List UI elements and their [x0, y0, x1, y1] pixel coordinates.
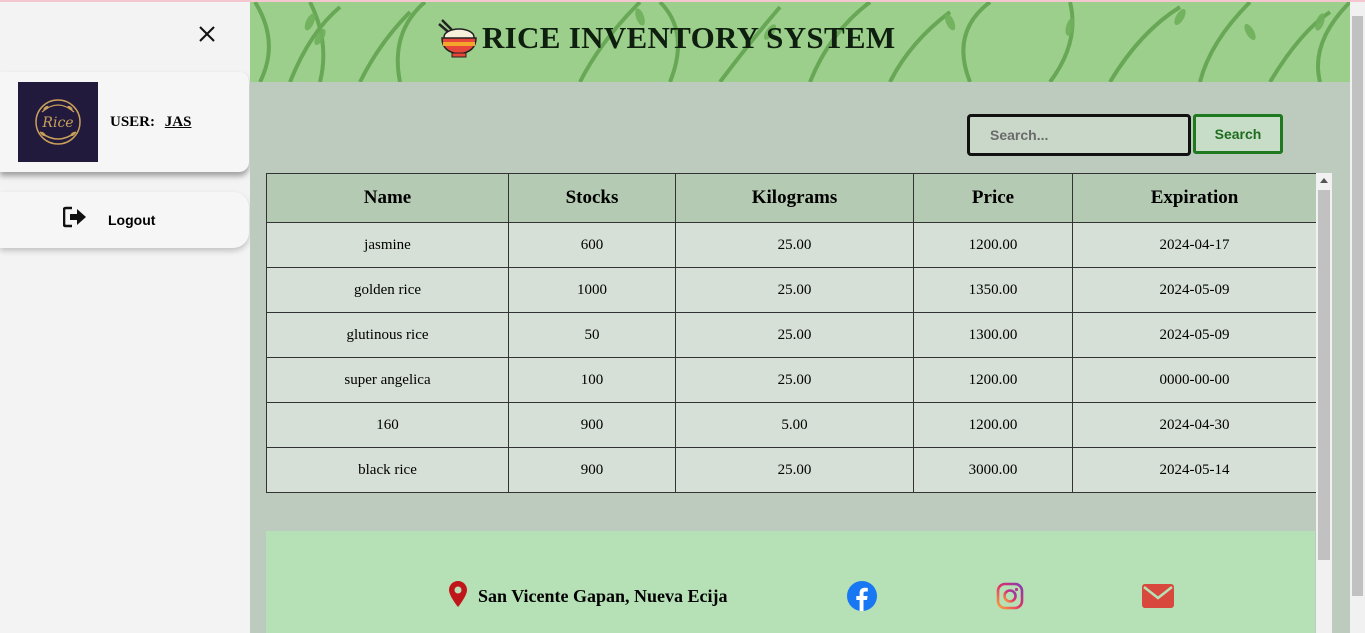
cell-expiration: 0000-00-00	[1072, 357, 1317, 403]
inventory-table-container: Name Stocks Kilograms Price Expiration j…	[266, 173, 1317, 493]
table-row[interactable]: 160 900 5.00 1200.00 2024-04-30	[266, 402, 1317, 448]
footer: San Vicente Gapan, Nueva Ecija	[266, 531, 1315, 633]
cell-kilograms: 25.00	[675, 312, 914, 358]
user-label: USER:	[110, 114, 156, 130]
cell-expiration: 2024-05-09	[1072, 267, 1317, 313]
table-header-row: Name Stocks Kilograms Price Expiration	[266, 173, 1317, 223]
table-row[interactable]: jasmine 600 25.00 1200.00 2024-04-17	[266, 222, 1317, 268]
cell-expiration: 2024-04-30	[1072, 402, 1317, 448]
table-row[interactable]: black rice 900 25.00 3000.00 2024-05-14	[266, 447, 1317, 493]
avatar-text: Rice	[41, 115, 73, 131]
header-banner: RICE INVENTORY SYSTEM	[250, 2, 1350, 82]
email-icon[interactable]	[1142, 584, 1174, 608]
search-button[interactable]: Search	[1193, 114, 1283, 154]
cell-kilograms: 25.00	[675, 447, 914, 493]
cell-kilograms: 25.00	[675, 267, 914, 313]
search-input[interactable]	[967, 114, 1191, 156]
content-scrollbar[interactable]	[1316, 173, 1332, 633]
scrollbar-thumb[interactable]	[1318, 190, 1330, 560]
rice-logo-icon: Rice	[18, 82, 98, 162]
column-header-expiration: Expiration	[1072, 173, 1317, 223]
rice-bowl-icon	[438, 19, 477, 58]
logout-button[interactable]: Logout	[0, 192, 249, 248]
cell-price: 1200.00	[913, 357, 1073, 403]
cell-expiration: 2024-04-17	[1072, 222, 1317, 268]
avatar: Rice	[18, 82, 98, 162]
cell-name: glutinous rice	[266, 312, 509, 358]
table-row[interactable]: glutinous rice 50 25.00 1300.00 2024-05-…	[266, 312, 1317, 358]
cell-name: golden rice	[266, 267, 509, 313]
cell-stocks: 900	[508, 447, 676, 493]
inventory-table: Name Stocks Kilograms Price Expiration j…	[266, 173, 1317, 493]
cell-name: jasmine	[266, 222, 509, 268]
column-header-stocks: Stocks	[508, 173, 676, 223]
logout-icon	[63, 206, 86, 228]
cell-price: 1300.00	[913, 312, 1073, 358]
cell-name: super angelica	[266, 357, 509, 403]
column-header-kilograms: Kilograms	[675, 173, 914, 223]
cell-kilograms: 5.00	[675, 402, 914, 448]
cell-price: 1350.00	[913, 267, 1073, 313]
page-scrollbar-thumb[interactable]	[1352, 16, 1363, 596]
cell-kilograms: 25.00	[675, 357, 914, 403]
instagram-icon[interactable]	[996, 582, 1024, 610]
user-card: Rice USER: JAS	[0, 72, 249, 172]
cell-stocks: 100	[508, 357, 676, 403]
facebook-icon[interactable]	[847, 581, 877, 611]
scroll-up-arrow-icon[interactable]	[1320, 178, 1328, 183]
logout-label: Logout	[108, 212, 156, 228]
cell-name: 160	[266, 402, 509, 448]
main-content: RICE INVENTORY SYSTEM Search Name Stocks…	[250, 2, 1350, 633]
page-scrollbar[interactable]	[1350, 2, 1365, 633]
table-row[interactable]: golden rice 1000 25.00 1350.00 2024-05-0…	[266, 267, 1317, 313]
page-title: RICE INVENTORY SYSTEM	[482, 20, 896, 55]
close-icon	[199, 26, 215, 42]
cell-name: black rice	[266, 447, 509, 493]
cell-price: 1200.00	[913, 222, 1073, 268]
cell-stocks: 600	[508, 222, 676, 268]
cell-expiration: 2024-05-14	[1072, 447, 1317, 493]
user-name-link[interactable]: JAS	[165, 114, 192, 130]
column-header-name: Name	[266, 173, 509, 223]
column-header-price: Price	[913, 173, 1073, 223]
location-pin-icon	[449, 581, 467, 607]
cell-stocks: 50	[508, 312, 676, 358]
sidebar: Rice USER: JAS Logout	[0, 2, 250, 633]
table-row[interactable]: super angelica 100 25.00 1200.00 0000-00…	[266, 357, 1317, 403]
close-sidebar-button[interactable]	[193, 20, 221, 48]
cell-kilograms: 25.00	[675, 222, 914, 268]
user-info: USER: JAS	[110, 114, 191, 131]
cell-stocks: 900	[508, 402, 676, 448]
cell-stocks: 1000	[508, 267, 676, 313]
cell-price: 1200.00	[913, 402, 1073, 448]
cell-price: 3000.00	[913, 447, 1073, 493]
cell-expiration: 2024-05-09	[1072, 312, 1317, 358]
footer-address: San Vicente Gapan, Nueva Ecija	[478, 586, 728, 606]
